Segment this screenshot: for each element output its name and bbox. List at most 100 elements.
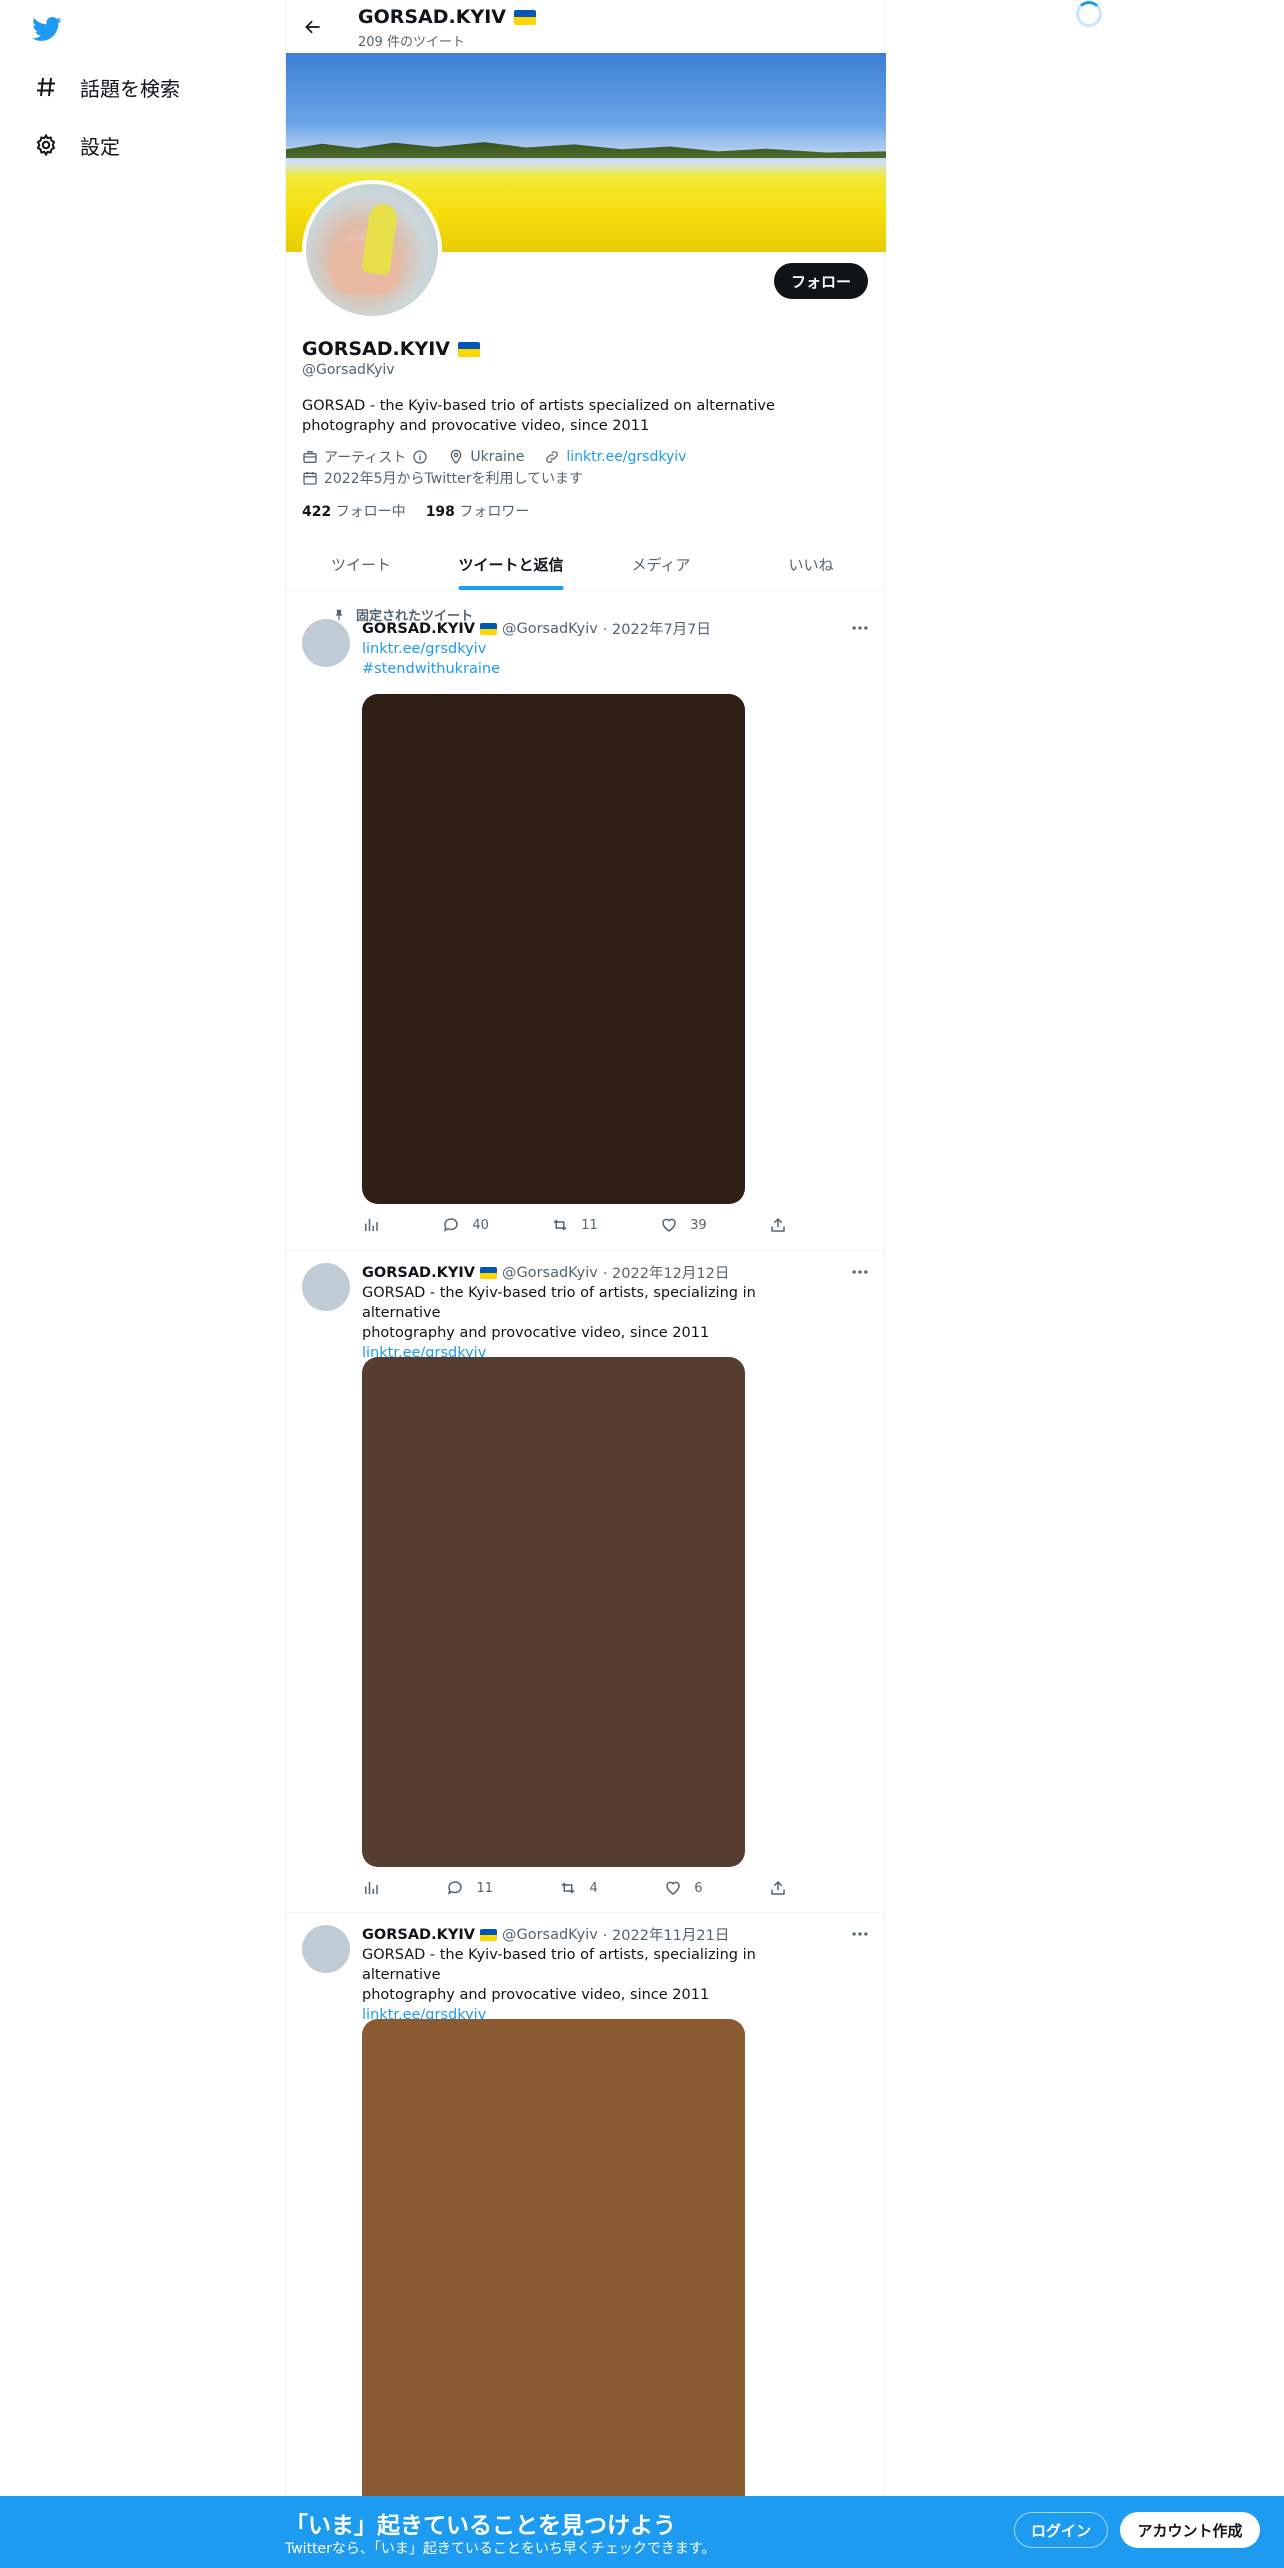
ukraine-flag-icon xyxy=(458,341,481,357)
ukraine-flag-icon xyxy=(479,1266,497,1279)
followers-count: 198 xyxy=(425,504,455,520)
profile-handle: @GorsadKyiv xyxy=(302,362,395,378)
gear-icon xyxy=(36,133,56,157)
tweet-actions: 40 11 39 xyxy=(362,1216,787,1234)
tweet-author-handle[interactable]: @GorsadKyiv xyxy=(502,1265,598,1281)
info-icon[interactable] xyxy=(412,449,428,465)
calendar-icon xyxy=(303,472,317,485)
retweet-count: 11 xyxy=(581,1217,598,1233)
analytics-button[interactable] xyxy=(362,1879,380,1897)
tweet-text-line: GORSAD - the Kyiv-based trio of artists,… xyxy=(362,1947,756,1983)
profile-joined-text: 2022年5月からTwitterを利用しています xyxy=(324,471,584,487)
profile-meta: アーティスト Ukraine linktr.ee/grsdkyiv xyxy=(302,447,686,467)
signup-button[interactable]: アカウント作成 xyxy=(1120,2512,1260,2548)
nav-settings[interactable]: 設定 xyxy=(34,129,120,161)
more-options-icon[interactable] xyxy=(850,1262,870,1282)
tweet-avatar[interactable] xyxy=(302,619,350,667)
profile-counts: 422 フォロー中 198 フォロワー xyxy=(302,501,529,521)
profile-name-text: GORSAD.KYIV xyxy=(302,338,451,360)
signup-banner: 「いま」起きていることを見つけよう Twitterなら、「いま」起きていることを… xyxy=(0,2496,1284,2568)
like-count: 39 xyxy=(690,1217,707,1233)
signup-banner-title: 「いま」起きていることを見つけよう xyxy=(285,2513,676,2539)
analytics-button[interactable] xyxy=(362,1216,380,1234)
nav-explore-label: 話題を検索 xyxy=(80,76,180,101)
tweet-date[interactable]: · 2022年7月7日 xyxy=(603,618,711,639)
retweet-button[interactable]: 11 xyxy=(551,1216,598,1234)
tab-tweets[interactable]: ツイート xyxy=(286,538,436,590)
tweet-hashtags[interactable]: #stendwithukraine xyxy=(362,659,832,679)
profile-avatar[interactable] xyxy=(302,180,442,320)
tweet-actions: 11 4 6 xyxy=(362,1879,787,1897)
heart-icon xyxy=(666,1881,680,1895)
nav-settings-label: 設定 xyxy=(80,134,120,159)
reply-icon xyxy=(444,1218,459,1232)
retweet-count: 4 xyxy=(589,1880,598,1896)
reply-button[interactable]: 40 xyxy=(442,1216,489,1234)
tweet-header: GORSAD.KYIV @GorsadKyiv · 2022年11月21日 xyxy=(362,1924,729,1945)
retweet-icon xyxy=(553,1219,567,1231)
tweet-author-name[interactable]: GORSAD.KYIV xyxy=(362,1927,475,1943)
tweet-text: linktr.ee/grsdkyiv #stendwithukraine xyxy=(362,639,832,679)
tweet-author-handle[interactable]: @GorsadKyiv xyxy=(502,1927,598,1943)
tab-media[interactable]: メディア xyxy=(586,538,736,590)
tab-tweets-and-replies[interactable]: ツイートと返信 xyxy=(436,538,586,590)
following-count: 422 xyxy=(302,504,332,520)
tweet-date[interactable]: · 2022年11月21日 xyxy=(603,1924,730,1945)
analytics-icon xyxy=(365,1882,378,1894)
tweet-text-line: GORSAD - the Kyiv-based trio of artists,… xyxy=(362,1285,756,1321)
analytics-icon xyxy=(365,1219,378,1231)
tweet-author-handle[interactable]: @GorsadKyiv xyxy=(502,621,598,637)
tweet-author-name[interactable]: GORSAD.KYIV xyxy=(362,1265,475,1281)
link-icon xyxy=(546,451,559,463)
tweet-date[interactable]: · 2022年12月12日 xyxy=(603,1262,730,1283)
tweet-text-line: photography and provocative video, since… xyxy=(362,1325,710,1341)
ukraine-flag-icon xyxy=(479,1928,497,1941)
following-count-link[interactable]: 422 フォロー中 xyxy=(302,501,406,521)
heart-icon xyxy=(662,1218,676,1232)
tab-likes[interactable]: いいね xyxy=(736,538,886,590)
tweet-media[interactable] xyxy=(362,2019,745,2559)
share-button[interactable] xyxy=(769,1879,787,1897)
like-button[interactable]: 39 xyxy=(660,1216,707,1234)
signup-banner-subtitle: Twitterなら、「いま」起きていることをいち早くチェックできます。 xyxy=(285,2541,716,2557)
tweet-header: GORSAD.KYIV @GorsadKyiv · 2022年7月7日 xyxy=(362,618,711,639)
tweet[interactable]: GORSAD.KYIV @GorsadKyiv · 2022年12月12日 GO… xyxy=(286,1251,886,1913)
tweet[interactable]: 固定されたツイート GORSAD.KYIV @GorsadKyiv · 2022… xyxy=(286,591,886,1251)
reply-count: 11 xyxy=(476,1880,494,1896)
tweet-media[interactable] xyxy=(362,694,745,1204)
retweet-button[interactable]: 4 xyxy=(559,1879,598,1897)
reply-count: 40 xyxy=(472,1217,489,1233)
tweet-header: GORSAD.KYIV @GorsadKyiv · 2022年12月12日 xyxy=(362,1262,729,1283)
like-button[interactable]: 6 xyxy=(664,1879,703,1897)
follow-button[interactable]: フォロー xyxy=(773,263,868,299)
tweet[interactable]: GORSAD.KYIV @GorsadKyiv · 2022年11月21日 GO… xyxy=(286,1913,886,2568)
profile-joined: 2022年5月からTwitterを利用しています xyxy=(302,468,583,488)
ukraine-flag-icon xyxy=(514,9,537,25)
tweet-avatar[interactable] xyxy=(302,1925,350,1973)
reply-button[interactable]: 11 xyxy=(446,1879,493,1897)
tweet-link[interactable]: linktr.ee/grsdkyiv xyxy=(362,639,832,659)
followers-label: フォロワー xyxy=(459,504,530,520)
followers-count-link[interactable]: 198 フォロワー xyxy=(426,501,530,521)
header-tweet-count: 209 件のツイート xyxy=(358,35,465,50)
ukraine-flag-icon xyxy=(479,622,497,635)
more-options-icon[interactable] xyxy=(850,618,870,638)
more-options-icon[interactable] xyxy=(850,1924,870,1944)
twitter-logo-icon[interactable] xyxy=(30,14,64,44)
profile-location: Ukraine xyxy=(470,449,525,465)
tweet-text-line: photography and provocative video, since… xyxy=(362,1987,710,2003)
profile-website-link[interactable]: linktr.ee/grsdkyiv xyxy=(566,449,686,465)
tweet-author-name[interactable]: GORSAD.KYIV xyxy=(362,621,475,637)
tweet-media[interactable] xyxy=(362,1357,745,1867)
share-button[interactable] xyxy=(769,1216,787,1234)
share-icon xyxy=(771,1217,785,1232)
retweet-icon xyxy=(561,1882,576,1894)
nav-explore[interactable]: 話題を検索 xyxy=(34,71,180,103)
reply-icon xyxy=(448,1881,463,1895)
hashtag-icon xyxy=(37,77,55,97)
arrow-left-icon xyxy=(305,20,320,34)
tweet-avatar[interactable] xyxy=(302,1263,350,1311)
login-button[interactable]: ログイン xyxy=(1014,2512,1108,2548)
back-button[interactable] xyxy=(298,12,328,42)
profile-header-bar: GORSAD.KYIV 209 件のツイート xyxy=(286,0,886,53)
